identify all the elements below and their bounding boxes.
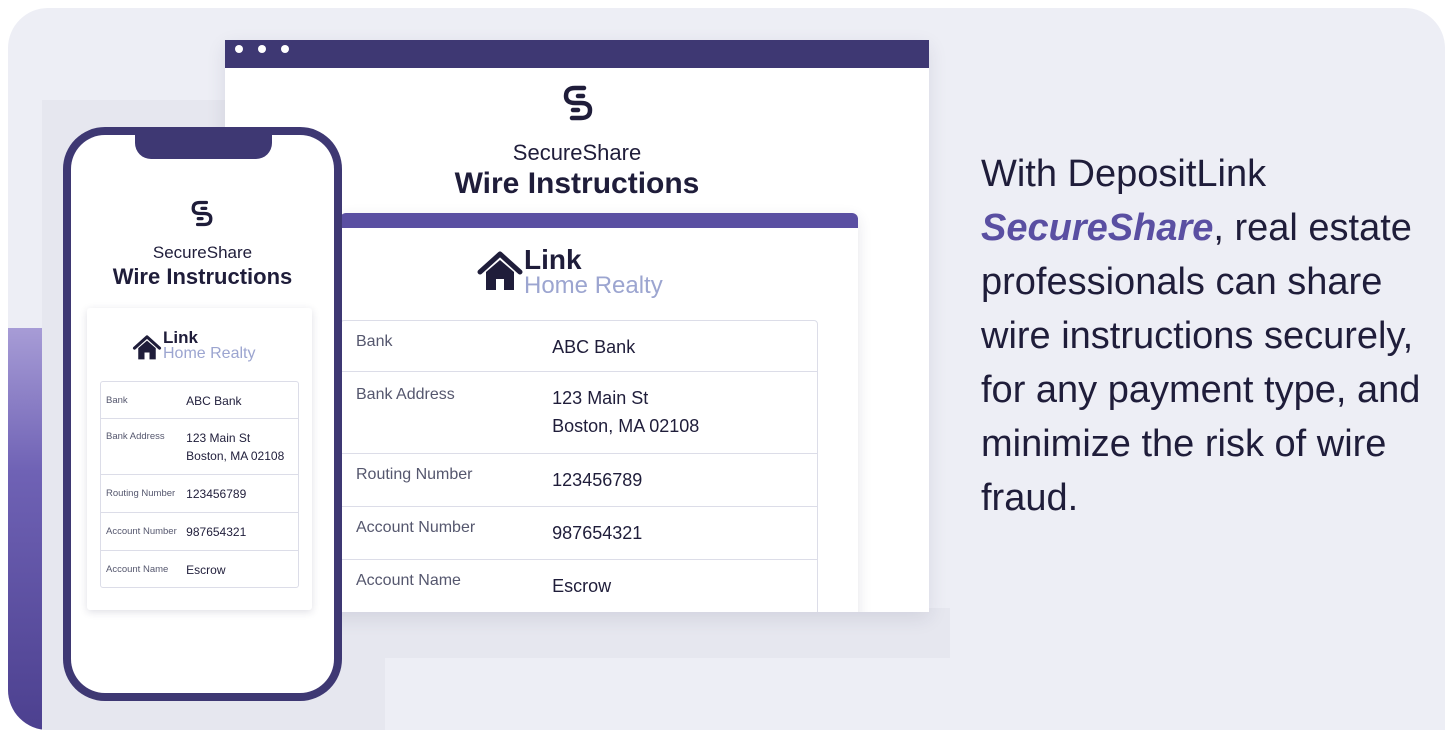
brand-name: SecureShare <box>152 243 253 262</box>
window-dot-icon <box>235 45 243 53</box>
table-row: Bank ABC Bank <box>101 382 298 419</box>
table-row: Bank ABC Bank <box>341 321 817 372</box>
row-value-line: 987654321 <box>186 525 247 539</box>
window-dot-icon <box>258 45 266 53</box>
row-value-line: 123 Main St <box>186 431 251 445</box>
table-row: Account Number 987654321 <box>341 507 817 560</box>
table-row: Account Name Escrow <box>101 551 298 587</box>
row-label: Bank Address <box>106 431 165 442</box>
row-label: Account Name <box>356 572 461 589</box>
window-dot-icon <box>281 45 289 53</box>
copy-prefix: With DepositLink <box>981 153 1267 195</box>
copy-suffix: , real estate professionals can share wi… <box>981 207 1421 519</box>
row-label: Routing Number <box>356 466 473 483</box>
wire-details-table: Bank ABC Bank Bank Address 123 Main St B… <box>100 381 299 588</box>
row-value: 987654321 <box>552 507 817 559</box>
row-value: Escrow <box>186 551 298 587</box>
company-subtitle: Home Realty <box>524 272 663 299</box>
row-value-line: ABC Bank <box>552 337 636 357</box>
wire-details-table: Bank ABC Bank Bank Address 123 Main St B… <box>340 320 818 612</box>
decorative-strip <box>8 328 42 730</box>
phone-mockup: SecureShare Wire Instructions Link Home … <box>63 127 342 701</box>
wire-instructions-panel: Link Home Realty Bank ABC Bank Bank Addr… <box>340 213 858 612</box>
page-title: Wire Instructions <box>112 264 293 289</box>
table-row: Account Name Escrow <box>341 560 817 612</box>
row-value: 987654321 <box>186 513 298 550</box>
phone-notch <box>135 135 272 159</box>
row-value-line: 987654321 <box>552 523 643 543</box>
table-row: Account Number 987654321 <box>101 513 298 551</box>
row-value: 123456789 <box>552 454 817 506</box>
secureshare-logo-icon <box>191 200 213 227</box>
phone-screen: SecureShare Wire Instructions Link Home … <box>71 135 334 693</box>
row-value: ABC Bank <box>186 382 298 418</box>
row-label: Account Number <box>356 519 476 536</box>
row-value-line: 123456789 <box>186 487 247 501</box>
row-label: Bank <box>106 395 128 406</box>
row-label: Bank <box>356 333 393 350</box>
table-row: Routing Number 123456789 <box>101 475 298 513</box>
table-row: Routing Number 123456789 <box>341 454 817 507</box>
house-icon <box>477 251 523 290</box>
row-value-line: Boston, MA 02108 <box>186 449 285 463</box>
table-row: Bank Address 123 Main St Boston, MA 0210… <box>341 372 817 454</box>
secureshare-logo-icon <box>563 85 593 121</box>
row-value-line: 123 Main St <box>552 388 649 408</box>
row-value-line: Boston, MA 02108 <box>552 416 700 436</box>
row-value: 123 Main St Boston, MA 02108 <box>552 372 817 453</box>
row-value: 123456789 <box>186 475 298 512</box>
row-label: Bank Address <box>356 386 455 403</box>
row-value: ABC Bank <box>552 321 817 371</box>
row-value: Escrow <box>552 560 817 612</box>
row-label: Account Number <box>106 526 177 537</box>
wire-instructions-panel: Link Home Realty Bank ABC Bank Bank Addr… <box>87 308 312 610</box>
row-value-line: Escrow <box>552 576 612 596</box>
copy-highlight: SecureShare <box>981 207 1214 249</box>
company-subtitle: Home Realty <box>163 345 256 362</box>
row-label: Account Name <box>106 564 169 575</box>
marketing-copy: With DepositLink SecureShare, real estate… <box>981 147 1421 525</box>
decorative-panel <box>385 608 950 658</box>
row-value-line: Escrow <box>186 563 226 577</box>
house-icon <box>132 335 162 360</box>
row-value: 123 Main St Boston, MA 02108 <box>186 419 298 474</box>
table-row: Bank Address 123 Main St Boston, MA 0210… <box>101 419 298 475</box>
browser-title-bar <box>225 40 929 68</box>
row-value-line: ABC Bank <box>186 394 242 408</box>
row-value-line: 123456789 <box>552 470 643 490</box>
row-label: Routing Number <box>106 488 176 499</box>
